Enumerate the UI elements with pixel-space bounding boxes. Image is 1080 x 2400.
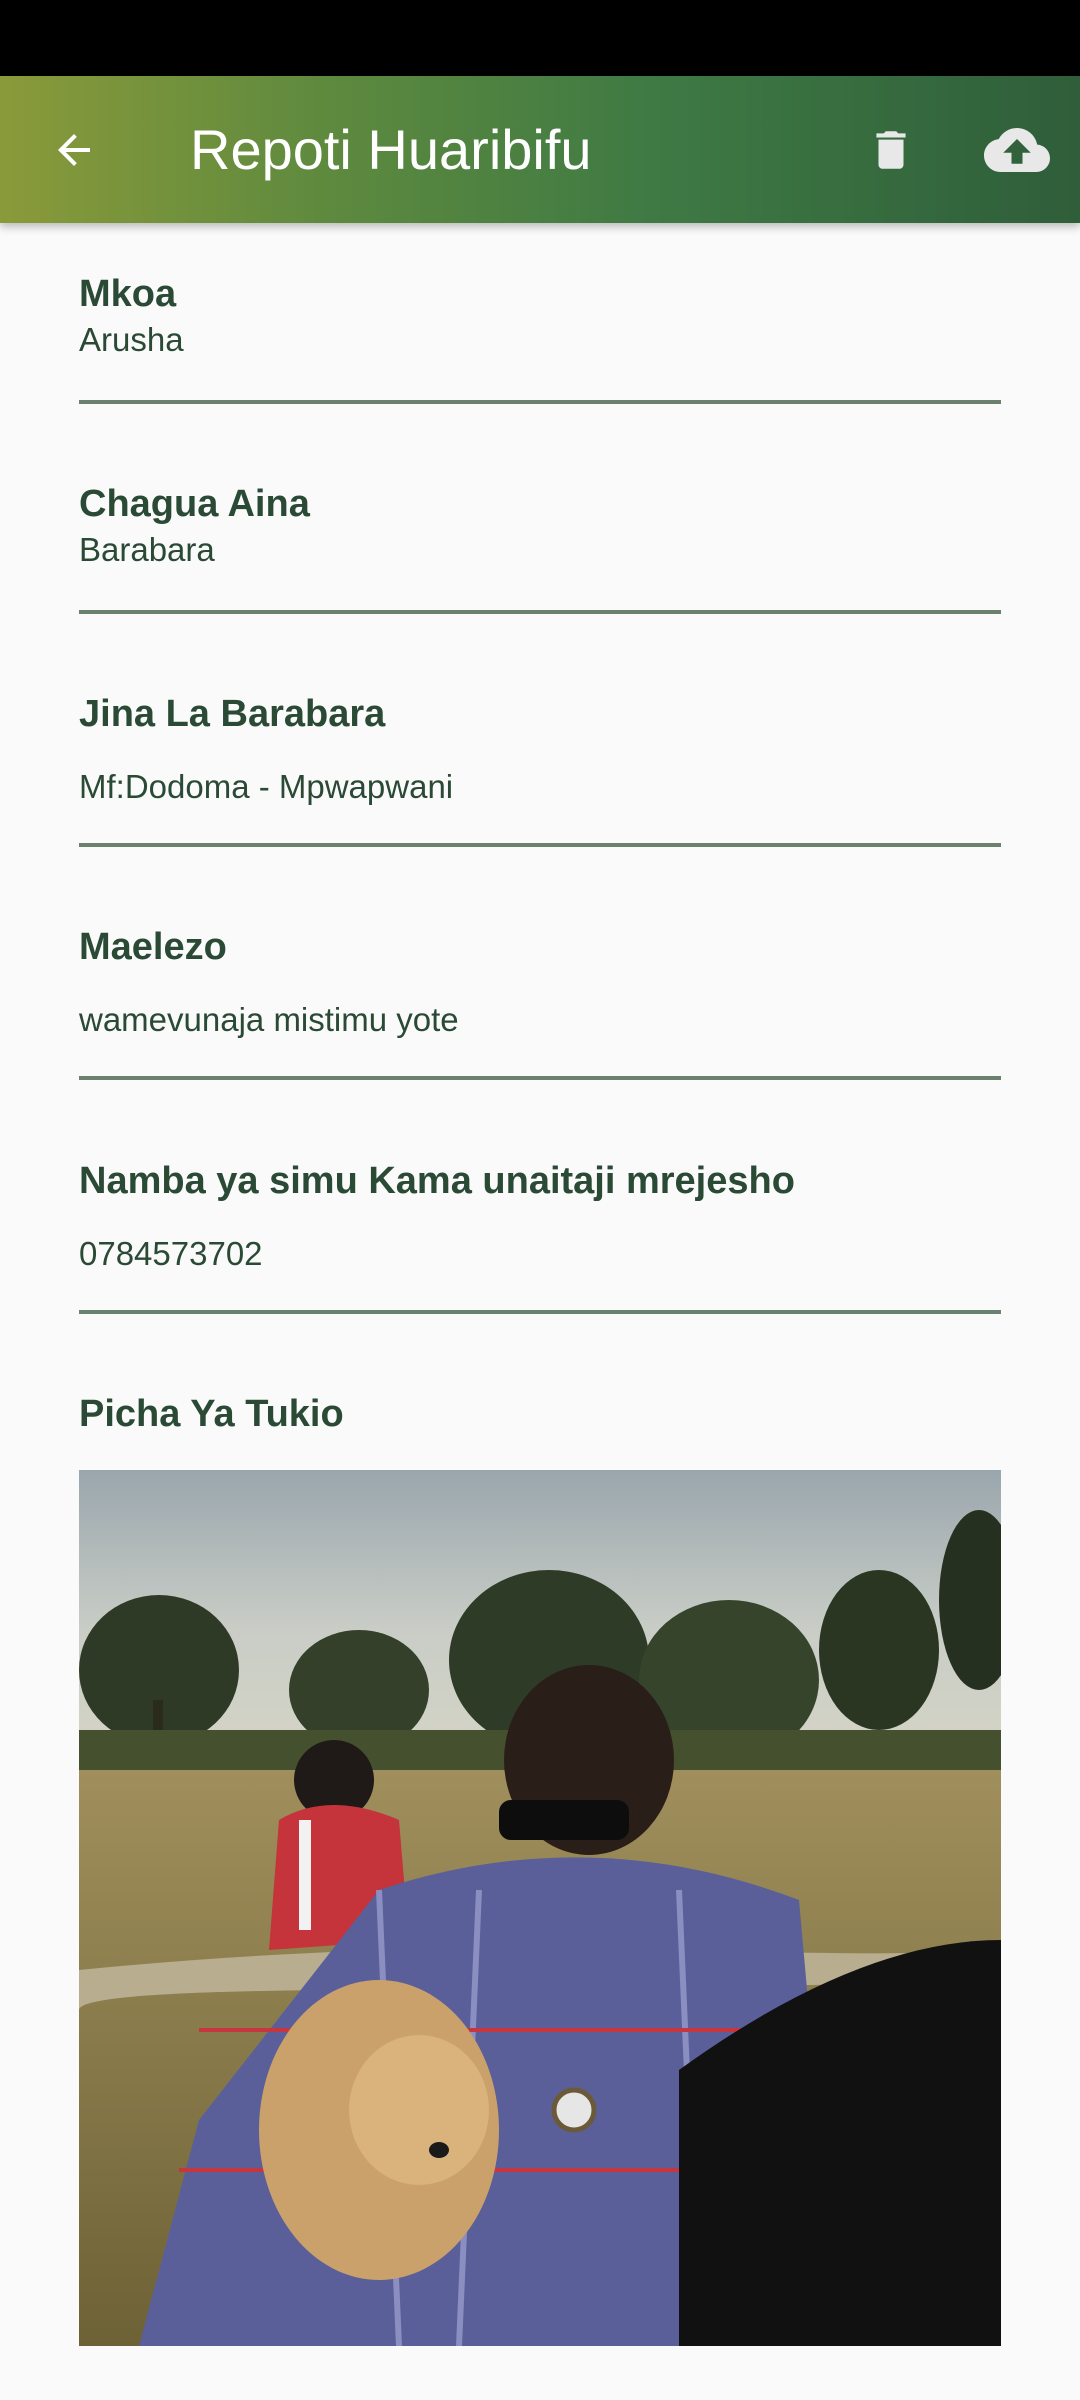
trash-icon [876, 131, 906, 169]
description-label: Maelezo [79, 926, 227, 968]
road-name-field[interactable]: Jina La Barabara Mf:Dodoma - Mpwapwani [79, 693, 1001, 893]
back-button[interactable] [40, 116, 108, 184]
type-value: Barabara [79, 531, 215, 568]
delete-button[interactable] [855, 114, 927, 186]
road-name-input[interactable]: Mf:Dodoma - Mpwapwani [79, 768, 453, 806]
description-field[interactable]: Maelezo wamevunaja mistimu yote [79, 926, 1001, 1126]
app-bar: Repoti Huaribifu [0, 76, 1080, 223]
status-bar [0, 0, 1080, 76]
photo-label: Picha Ya Tukio [79, 1393, 344, 1435]
type-field[interactable]: Chagua Aina Barabara [79, 483, 1001, 643]
road-name-label: Jina La Barabara [79, 693, 386, 735]
region-label: Mkoa [79, 273, 177, 315]
region-underline [79, 400, 1001, 404]
phone-underline [79, 1310, 1001, 1314]
description-underline [79, 1076, 1001, 1080]
phone-label: Namba ya simu Kama unaitaji mrejesho [79, 1160, 795, 1202]
region-field[interactable]: Mkoa Arusha [79, 273, 1001, 433]
road-name-underline [79, 843, 1001, 847]
phone-field[interactable]: Namba ya simu Kama unaitaji mrejesho 078… [79, 1160, 1001, 1360]
region-value: Arusha [79, 321, 184, 358]
phone-input[interactable]: 0784573702 [79, 1235, 263, 1273]
description-input[interactable]: wamevunaja mistimu yote [79, 1001, 459, 1039]
arrow-back-icon [58, 134, 90, 166]
type-label: Chagua Aina [79, 483, 310, 525]
incident-photo[interactable] [79, 1470, 1001, 2346]
type-underline [79, 610, 1001, 614]
upload-button[interactable] [975, 114, 1059, 186]
cloud-upload-icon [984, 128, 1050, 172]
incident-photo-image [79, 1470, 1001, 2346]
page-title: Repoti Huaribifu [190, 118, 592, 181]
